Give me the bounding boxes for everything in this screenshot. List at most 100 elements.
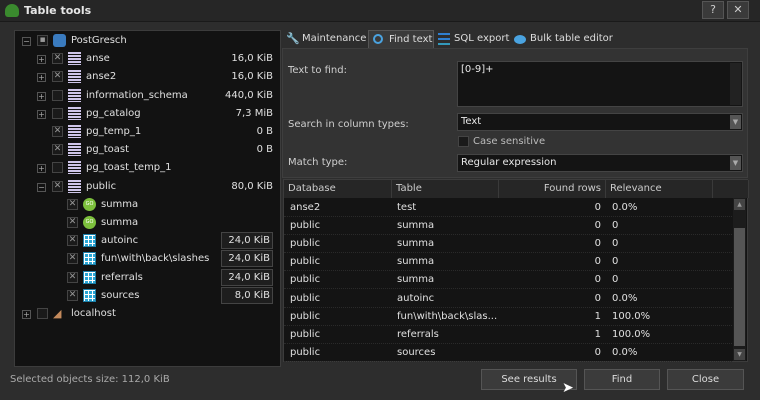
table-row[interactable]: public summa 0 0 bbox=[284, 217, 732, 236]
results-scrollbar[interactable]: ▲ ▼ bbox=[733, 198, 746, 361]
tree-checkbox[interactable]: ✕ bbox=[52, 53, 63, 65]
tree-checkbox[interactable]: ✕ bbox=[67, 217, 78, 228]
tree-item[interactable]: ✕ GO summa bbox=[15, 196, 281, 214]
tree-checkbox[interactable] bbox=[37, 308, 48, 319]
tree-checkbox[interactable]: ✕ bbox=[52, 180, 63, 192]
tree-checkbox[interactable]: ✕ bbox=[52, 71, 63, 83]
tree-checkbox[interactable] bbox=[52, 162, 63, 174]
tree-checkbox[interactable] bbox=[52, 107, 63, 119]
tree-item[interactable]: ✕ referrals 24,0 KiB bbox=[15, 268, 281, 287]
schema-icon bbox=[68, 52, 81, 66]
func-icon: GO bbox=[83, 197, 96, 211]
tree-checkbox[interactable]: ▪ bbox=[37, 35, 48, 46]
tree-checkbox[interactable]: ✕ bbox=[67, 253, 78, 265]
cell-relevance: 0.0% bbox=[612, 346, 638, 358]
table-row[interactable]: public summa 0 0 bbox=[284, 253, 732, 272]
help-button[interactable]: ? bbox=[702, 1, 724, 19]
cell-database: public bbox=[290, 256, 321, 268]
match-type-dropdown[interactable]: Regular expression ▼ bbox=[457, 154, 743, 172]
text-to-find-label: Text to find: bbox=[288, 65, 347, 76]
case-sensitive-label: Case sensitive bbox=[473, 136, 546, 147]
column-header-database[interactable]: Database bbox=[284, 180, 392, 198]
scroll-up-arrow[interactable]: ▲ bbox=[734, 199, 745, 210]
tree-item[interactable]: ✕ GO summa bbox=[15, 214, 281, 232]
text-to-find-input[interactable]: [0-9]+ bbox=[457, 61, 743, 107]
tree-item[interactable]: − ✕ public 80,0 KiB bbox=[15, 178, 281, 196]
expand-icon[interactable]: + bbox=[37, 73, 46, 83]
cell-table: autoinc bbox=[397, 292, 435, 304]
tree-checkbox[interactable]: ✕ bbox=[67, 289, 78, 301]
table-row[interactable]: public referrals 1 100.0% bbox=[284, 326, 732, 344]
tree-item[interactable]: + pg_catalog 7,3 MiB bbox=[15, 105, 281, 123]
close-button[interactable]: Close bbox=[667, 369, 744, 390]
tree-item-label: PostGresch bbox=[71, 35, 127, 46]
table-row[interactable]: public summa 0 0 bbox=[284, 271, 732, 290]
schema-icon bbox=[68, 70, 81, 84]
expand-icon[interactable]: + bbox=[22, 310, 31, 319]
tree-checkbox[interactable]: ✕ bbox=[52, 126, 63, 137]
tree-item-size: 16,0 KiB bbox=[231, 53, 273, 65]
expand-icon[interactable]: + bbox=[37, 55, 46, 65]
tree-checkbox[interactable]: ✕ bbox=[67, 271, 78, 283]
tree-item[interactable]: + ◢ localhost bbox=[15, 305, 281, 323]
tree-checkbox[interactable] bbox=[52, 89, 63, 101]
table-row[interactable]: public summa 0 0 bbox=[284, 235, 732, 254]
tree-item[interactable]: ✕ sources 8,0 KiB bbox=[15, 286, 281, 305]
close-window-button[interactable]: ✕ bbox=[727, 1, 749, 19]
tree-item-size: 80,0 KiB bbox=[231, 180, 273, 192]
expand-icon[interactable]: + bbox=[37, 164, 46, 174]
tree-checkbox[interactable]: ✕ bbox=[67, 198, 78, 210]
expand-icon[interactable]: + bbox=[37, 91, 46, 101]
cell-table: sources bbox=[397, 346, 436, 358]
tree-item-size: 440,0 KiB bbox=[224, 89, 273, 101]
tab-maintenance[interactable]: 🔧 Maintenance bbox=[282, 30, 368, 49]
tree-item[interactable]: − ▪ PostGresch bbox=[15, 32, 281, 50]
scroll-down-arrow[interactable]: ▼ bbox=[734, 349, 745, 360]
table-row[interactable]: anse2 test 0 0.0% bbox=[284, 199, 732, 217]
column-types-label: Search in column types: bbox=[288, 119, 409, 130]
tree-item-label: sources bbox=[101, 289, 140, 301]
table-row[interactable]: public autoinc 0 0.0% bbox=[284, 290, 732, 308]
object-tree[interactable]: − ▪ PostGresch + ✕ anse 16,0 KiB + ✕ anse2 16,0 Ki… bbox=[14, 30, 281, 367]
table-row[interactable]: public fun\with\back\slas... 1 100.0% bbox=[284, 308, 732, 326]
cell-relevance: 0.0% bbox=[612, 202, 638, 213]
cell-relevance: 0 bbox=[612, 274, 619, 286]
tree-item[interactable]: + pg_toast_temp_1 bbox=[15, 159, 281, 177]
tree-item-size: 8,0 KiB bbox=[221, 286, 273, 304]
collapse-icon[interactable]: − bbox=[22, 37, 31, 46]
find-button[interactable]: Find bbox=[584, 369, 660, 390]
scroll-thumb[interactable] bbox=[734, 228, 745, 346]
column-header-found-rows[interactable]: Found rows bbox=[499, 180, 606, 198]
tree-item-label: pg_toast bbox=[86, 144, 129, 156]
cell-found-rows: 0 bbox=[594, 292, 601, 304]
tree-item[interactable]: + ✕ anse2 16,0 KiB bbox=[15, 68, 281, 86]
table-row[interactable]: public sources 0 0.0% bbox=[284, 344, 732, 362]
cell-found-rows: 0 bbox=[594, 238, 601, 250]
table-icon bbox=[83, 234, 96, 248]
case-sensitive-checkbox[interactable] bbox=[458, 136, 469, 147]
column-header-relevance[interactable]: Relevance bbox=[606, 180, 713, 198]
tab-sql-export[interactable]: SQL export bbox=[434, 30, 510, 49]
tree-item[interactable]: ✕ pg_toast 0 B bbox=[15, 141, 281, 159]
expand-icon[interactable]: + bbox=[37, 109, 46, 119]
tree-item[interactable]: ✕ fun\with\back\slashes 24,0 KiB bbox=[15, 250, 281, 268]
tree-item-label: public bbox=[86, 180, 117, 192]
column-header-table[interactable]: Table bbox=[392, 180, 499, 198]
tree-item[interactable]: + information_schema 440,0 KiB bbox=[15, 87, 281, 105]
cell-found-rows: 1 bbox=[594, 328, 601, 340]
find-text-form: Text to find: [0-9]+ Search in column ty… bbox=[282, 48, 748, 178]
collapse-icon[interactable]: − bbox=[37, 182, 46, 192]
tab-find-text[interactable]: Find text bbox=[368, 30, 434, 49]
tree-item[interactable]: + ✕ anse 16,0 KiB bbox=[15, 50, 281, 68]
column-types-dropdown[interactable]: Text ▼ bbox=[457, 113, 743, 131]
cell-table: fun\with\back\slas... bbox=[397, 310, 498, 322]
tree-item[interactable]: ✕ autoinc 24,0 KiB bbox=[15, 232, 281, 250]
chevron-down-icon: ▼ bbox=[730, 156, 741, 170]
input-scrollbar[interactable] bbox=[730, 63, 741, 105]
tab-bulk-table-editor[interactable]: Bulk table editor bbox=[510, 30, 613, 49]
results-grid[interactable]: Database Table Found rows Relevance anse… bbox=[283, 179, 749, 362]
cell-found-rows: 0 bbox=[594, 274, 601, 286]
tree-checkbox[interactable]: ✕ bbox=[67, 235, 78, 247]
tree-checkbox[interactable]: ✕ bbox=[52, 144, 63, 156]
tree-item[interactable]: ✕ pg_temp_1 0 B bbox=[15, 123, 281, 141]
